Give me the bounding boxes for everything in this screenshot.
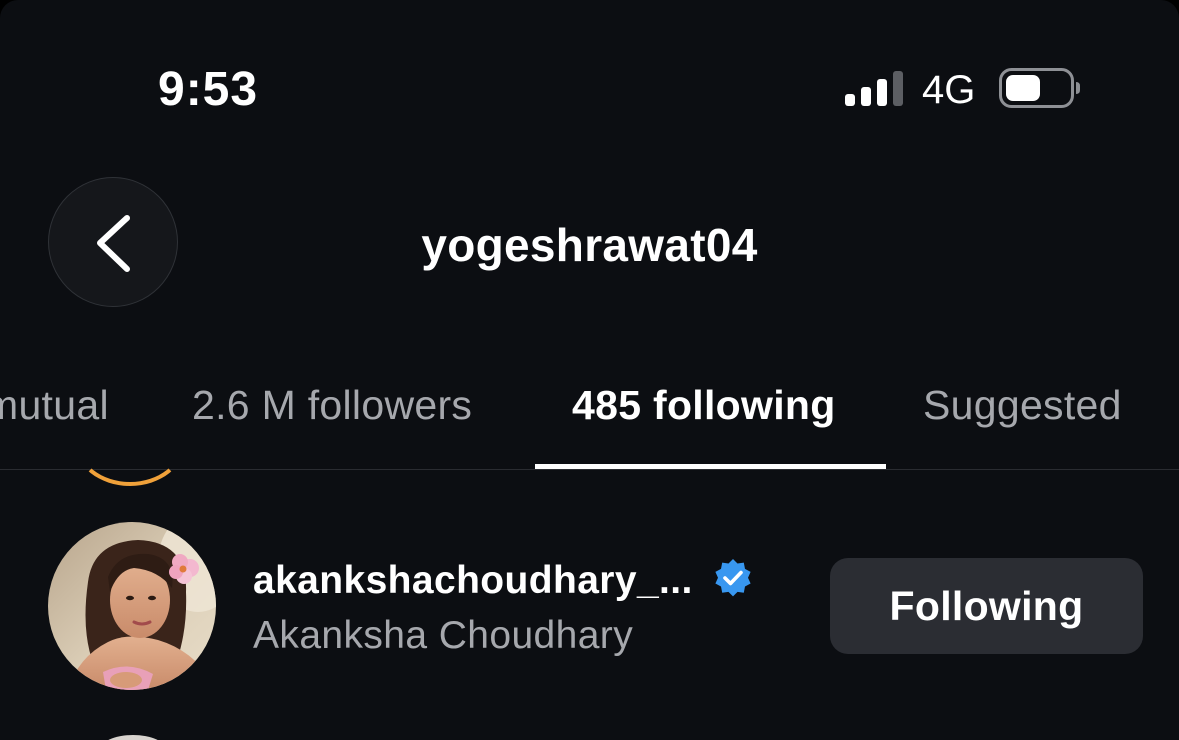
tab-suggested[interactable]: Suggested <box>923 382 1122 429</box>
following-button[interactable]: Following <box>830 558 1143 654</box>
network-type: 4G <box>922 68 976 112</box>
username[interactable]: akankshachoudhary_... <box>253 559 693 602</box>
app-screen: 9:53 4G yogeshrawat04 mutual 2.6 M follo… <box>0 0 1179 740</box>
username-line[interactable]: akankshachoudhary_... <box>253 557 755 603</box>
signal-icon <box>845 69 907 106</box>
tab-following[interactable]: 485 following <box>572 382 836 429</box>
battery-icon <box>999 68 1081 108</box>
avatar[interactable] <box>48 522 216 690</box>
active-tab-indicator <box>535 464 886 469</box>
full-name: Akanksha Choudhary <box>253 614 634 657</box>
story-ring <box>74 396 186 486</box>
next-avatar <box>100 735 166 740</box>
verified-badge-icon <box>715 559 751 597</box>
list-item[interactable]: akankshachoudhary_... Akanksha Choudhary… <box>0 508 1179 708</box>
status-time: 9:53 <box>158 63 259 116</box>
tab-followers[interactable]: 2.6 M followers <box>192 382 472 429</box>
page-title: yogeshrawat04 <box>421 219 758 271</box>
